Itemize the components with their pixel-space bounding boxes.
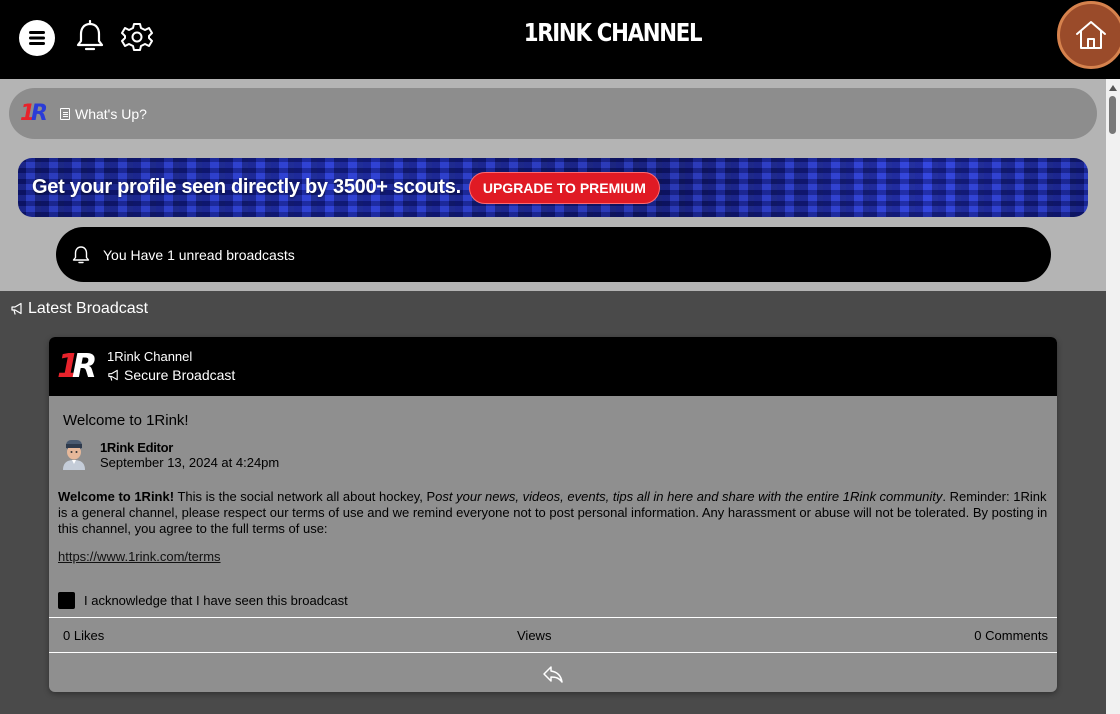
acknowledge-checkbox-row[interactable]: I acknowledge that I have seen this broa… (58, 592, 348, 609)
terms-link[interactable]: https://www.1rink.com/terms (58, 549, 221, 564)
settings-button[interactable] (121, 20, 153, 54)
logo-r: R (72, 346, 98, 385)
composer-placeholder: What's Up? (75, 105, 147, 122)
app-logo: 1 R (20, 100, 50, 126)
body-italic: ost your news, videos, events, tips all … (435, 489, 943, 504)
post-date: September 13, 2024 at 4:24pm (100, 455, 280, 470)
menu-icon (29, 31, 45, 45)
scrollbar[interactable] (1106, 79, 1120, 714)
likes-count[interactable]: 0 Likes (63, 628, 104, 643)
menu-button[interactable] (19, 20, 55, 56)
megaphone-icon (108, 369, 118, 381)
unread-text: You Have 1 unread broadcasts (103, 246, 295, 263)
whats-up-composer[interactable]: 1 R What's Up? (9, 88, 1097, 139)
author-name: 1Rink Editor (100, 440, 173, 455)
body-text-1: This is the social network all about hoc… (174, 489, 436, 504)
megaphone-icon (11, 302, 22, 315)
promo-text: Get your profile seen directly by 3500+ … (32, 176, 461, 198)
acknowledge-checkbox[interactable] (58, 592, 75, 609)
broadcast-card: 1 R 1Rink Channel Secure Broadcast Welco… (49, 337, 1057, 692)
latest-heading-label: Latest Broadcast (28, 300, 149, 317)
latest-broadcast-heading: Latest Broadcast (10, 300, 148, 318)
logo-r: R (31, 100, 48, 126)
unread-broadcasts-bar[interactable]: You Have 1 unread broadcasts (56, 227, 1051, 282)
post-title: Welcome to 1Rink! (63, 412, 189, 429)
post-body: Welcome to 1Rink! This is the social net… (58, 489, 1048, 537)
channel-logo: 1 R (57, 349, 101, 383)
premium-promo-banner: Get your profile seen directly by 3500+ … (18, 158, 1088, 217)
post-stats-bar: 0 Likes Views 0 Comments (49, 617, 1057, 653)
feed-header-area: 1 R What's Up? Get your profile seen dir… (0, 79, 1106, 291)
scroll-up-arrow-icon[interactable] (1109, 85, 1117, 91)
home-button[interactable] (1057, 1, 1120, 69)
broadcast-type-label: Secure Broadcast (124, 367, 236, 383)
broadcast-type: Secure Broadcast (107, 367, 235, 383)
reply-icon[interactable] (542, 664, 564, 684)
home-icon (1076, 21, 1106, 49)
comments-count[interactable]: 0 Comments (974, 628, 1048, 643)
acknowledge-label: I acknowledge that I have seen this broa… (84, 593, 348, 608)
views-label: Views (517, 628, 552, 643)
body-bold: Welcome to 1Rink! (58, 489, 175, 504)
scrollbar-thumb[interactable] (1109, 96, 1116, 134)
notifications-button[interactable] (74, 19, 106, 54)
upgrade-button[interactable]: UPGRADE TO PREMIUM (468, 171, 660, 204)
document-icon (60, 107, 70, 120)
broadcast-card-header: 1 R 1Rink Channel Secure Broadcast (49, 337, 1057, 396)
bell-icon (72, 245, 90, 263)
page-title: 1RINK CHANNEL (523, 18, 703, 47)
avatar (63, 440, 85, 470)
channel-name: 1Rink Channel (107, 349, 193, 364)
gear-icon (121, 23, 153, 51)
top-bar: 1RINK CHANNEL (0, 0, 1120, 79)
bell-icon (76, 19, 104, 51)
